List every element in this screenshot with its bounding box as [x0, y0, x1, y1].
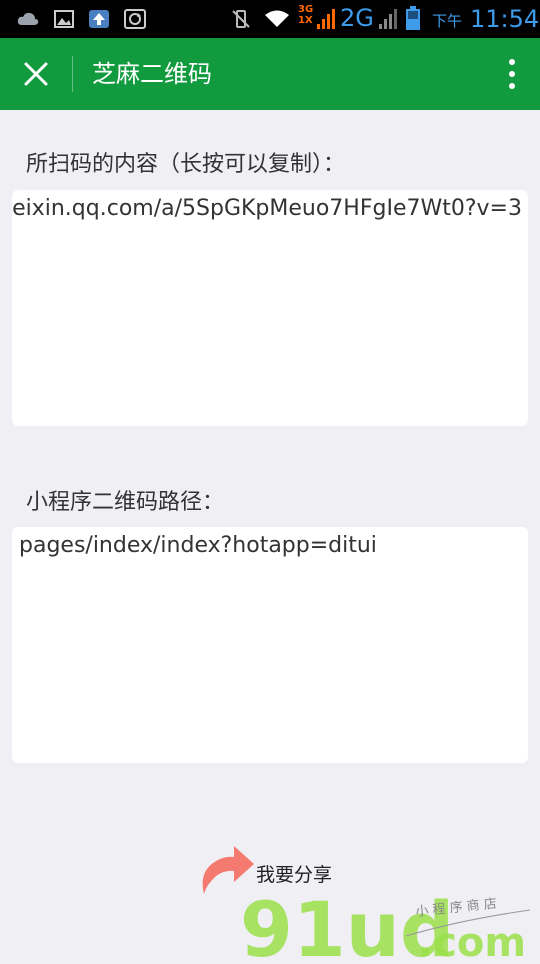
page-title: 芝麻二维码 [92, 60, 212, 88]
watermark-logo: 91ud .com 小 程 序 商 店 [240, 880, 540, 964]
wifi-icon [265, 10, 289, 27]
signal-bars-orange-icon [317, 9, 335, 29]
sync-icon [124, 9, 146, 29]
network-type-label: 3G 1X [298, 4, 314, 26]
vibrate-mute-icon [232, 10, 250, 28]
more-options-button[interactable] [500, 54, 524, 94]
status-bar: 3G 1X 2G 下午 11:54 [0, 0, 540, 38]
miniprogram-path-box[interactable]: pages/index/index?hotapp=ditui [12, 527, 528, 763]
svg-text:.com: .com [418, 920, 526, 960]
close-icon [24, 62, 48, 86]
close-button[interactable] [16, 54, 56, 94]
time-period: 下午 [432, 12, 463, 30]
weather-cloud-icon [17, 12, 39, 25]
network-2g-label: 2G [340, 4, 374, 32]
scan-content-label: 所扫码的内容（长按可以复制）： [26, 152, 346, 177]
image-icon [54, 10, 74, 28]
signal-bars-icon [379, 9, 397, 29]
scan-content-box[interactable]: weixin.qq.com/a/5SpGKpMeuo7HFgIe7Wt0?v=3 [12, 190, 528, 426]
battery-icon [406, 6, 420, 30]
status-clock: 11:54 [470, 5, 540, 33]
miniprogram-path-label: 小程序二维码路径： [26, 490, 225, 515]
watermark-logo-image: 91ud .com 小 程 序 商 店 [240, 885, 531, 964]
more-vertical-icon [509, 59, 515, 89]
scan-content-value[interactable]: weixin.qq.com/a/5SpGKpMeuo7HFgIe7Wt0?v=3 [12, 196, 522, 221]
miniprogram-path-value[interactable]: pages/index/index?hotapp=ditui [19, 533, 377, 558]
upload-icon [89, 10, 109, 28]
app-header: 芝麻二维码 [0, 38, 540, 110]
header-divider [72, 56, 73, 92]
